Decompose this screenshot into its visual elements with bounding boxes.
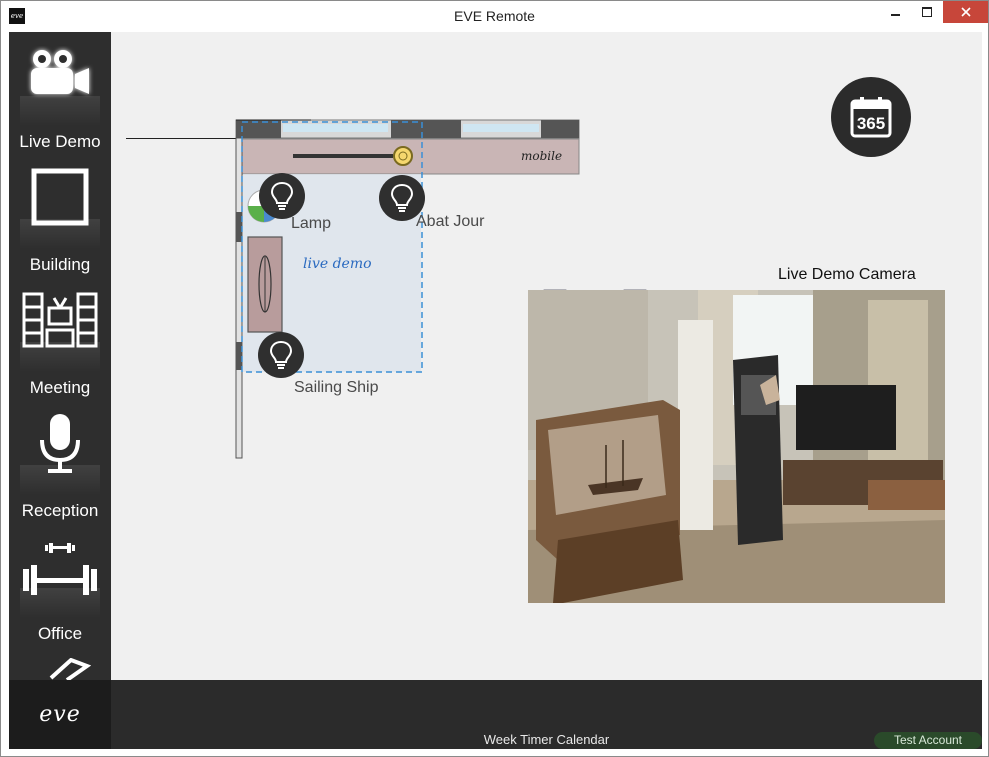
- minimize-icon: [890, 14, 900, 16]
- camera-title: Live Demo Camera: [778, 266, 916, 283]
- light-bulb-icon: [269, 340, 293, 369]
- logo-text: eve: [39, 702, 81, 727]
- room-label: live demo: [303, 256, 372, 272]
- icon-reflection: [20, 465, 100, 495]
- sailing-ship-button[interactable]: [258, 332, 304, 378]
- counter-label: mobile: [521, 149, 563, 163]
- window-title: EVE Remote: [454, 8, 535, 24]
- sidebar-item-label: Office: [37, 624, 83, 643]
- maximize-icon: [922, 7, 932, 17]
- close-button[interactable]: [943, 1, 988, 23]
- icon-reflection: [20, 219, 100, 249]
- light-bulb-icon: [390, 183, 414, 212]
- app-window: eve EVE Remote Live Demo Building Meetin…: [0, 0, 989, 757]
- lamp-button[interactable]: [259, 173, 305, 219]
- week-timer-calendar-label[interactable]: Week Timer Calendar: [111, 732, 982, 747]
- sidebar-item-meeting[interactable]: Meeting: [9, 278, 111, 401]
- camera-image: [528, 290, 945, 603]
- brand-logo: eve: [9, 680, 111, 749]
- sidebar-item-label: Building: [29, 255, 91, 274]
- sidebar-item-building[interactable]: Building: [9, 155, 111, 278]
- device-label-sailing-ship: Sailing Ship: [294, 379, 379, 396]
- sidebar: Live Demo Building Meeting Reception Off…: [9, 32, 111, 680]
- icon-reflection: [20, 96, 100, 126]
- icon-reflection: [20, 588, 100, 618]
- light-bulb-icon: [270, 181, 294, 210]
- sidebar-item-office[interactable]: Office: [9, 524, 111, 647]
- sidebar-item-live-demo[interactable]: Live Demo: [9, 32, 111, 155]
- device-label-lamp: Lamp: [291, 215, 332, 232]
- footer-bar: Week Timer Calendar Test Account: [111, 680, 982, 749]
- main-panel: mobile live demo Lamp Abat Jour Sailing …: [111, 32, 982, 680]
- sidebar-item-label: Meeting: [29, 378, 91, 397]
- close-icon: [960, 7, 971, 17]
- icon-reflection: [20, 342, 100, 372]
- sidebar-item-reception[interactable]: Reception: [9, 401, 111, 524]
- sidebar-item-label: Live Demo: [19, 132, 101, 151]
- title-bar: eve EVE Remote: [1, 1, 988, 31]
- maximize-button[interactable]: [911, 1, 943, 23]
- sidebar-item-label: Reception: [21, 501, 99, 520]
- week-timer-calendar-button[interactable]: 365: [831, 77, 911, 157]
- account-badge[interactable]: Test Account: [874, 732, 982, 749]
- device-label-abat-jour: Abat Jour: [416, 213, 485, 230]
- more-items-hint-icon: [47, 657, 92, 680]
- minimize-button[interactable]: [879, 1, 911, 23]
- camera-feed[interactable]: [528, 290, 945, 603]
- calendar-365-text: 365: [856, 114, 886, 133]
